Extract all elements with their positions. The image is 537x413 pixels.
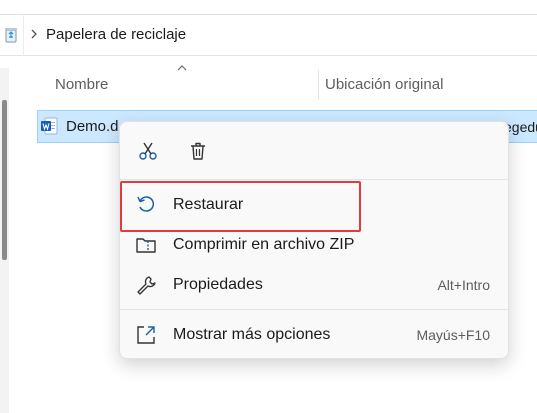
breadcrumb-recycle-bin[interactable]: Papelera de reciclaje (46, 26, 186, 43)
cut-icon (139, 142, 157, 160)
address-bar: Papelera de reciclaje (0, 0, 537, 56)
chevron-right-icon[interactable] (29, 27, 39, 41)
annotation-highlight-box (120, 181, 361, 232)
delete-icon (191, 142, 205, 160)
menu-item-properties-label: Propiedades (173, 276, 263, 293)
menu-separator (119, 179, 509, 180)
sort-ascending-icon (177, 65, 187, 71)
file-name[interactable]: Demo.d (66, 118, 119, 135)
wrench-icon (137, 276, 156, 295)
menu-item-show-more-options-shortcut: Mayús+F10 (416, 327, 490, 343)
column-header-name[interactable]: Nombre (55, 76, 108, 93)
menu-separator (119, 309, 509, 310)
menu-item-properties-shortcut: Alt+Intro (437, 277, 490, 293)
menu-item-compress-zip-label: Comprimir en archivo ZIP (173, 236, 355, 253)
delete-button[interactable] (178, 131, 218, 171)
menu-item-show-more-options-label: Mostrar más opciones (173, 326, 331, 343)
more-options-icon (137, 326, 155, 344)
recycle-bin-icon (5, 28, 17, 43)
navigation-scrollbar-thumb[interactable] (2, 100, 7, 260)
zip-folder-icon (136, 238, 156, 253)
cut-button[interactable] (128, 131, 168, 171)
word-document-icon (41, 117, 58, 135)
column-header-original-location[interactable]: Ubicación original (325, 76, 443, 93)
column-divider[interactable] (318, 70, 319, 100)
